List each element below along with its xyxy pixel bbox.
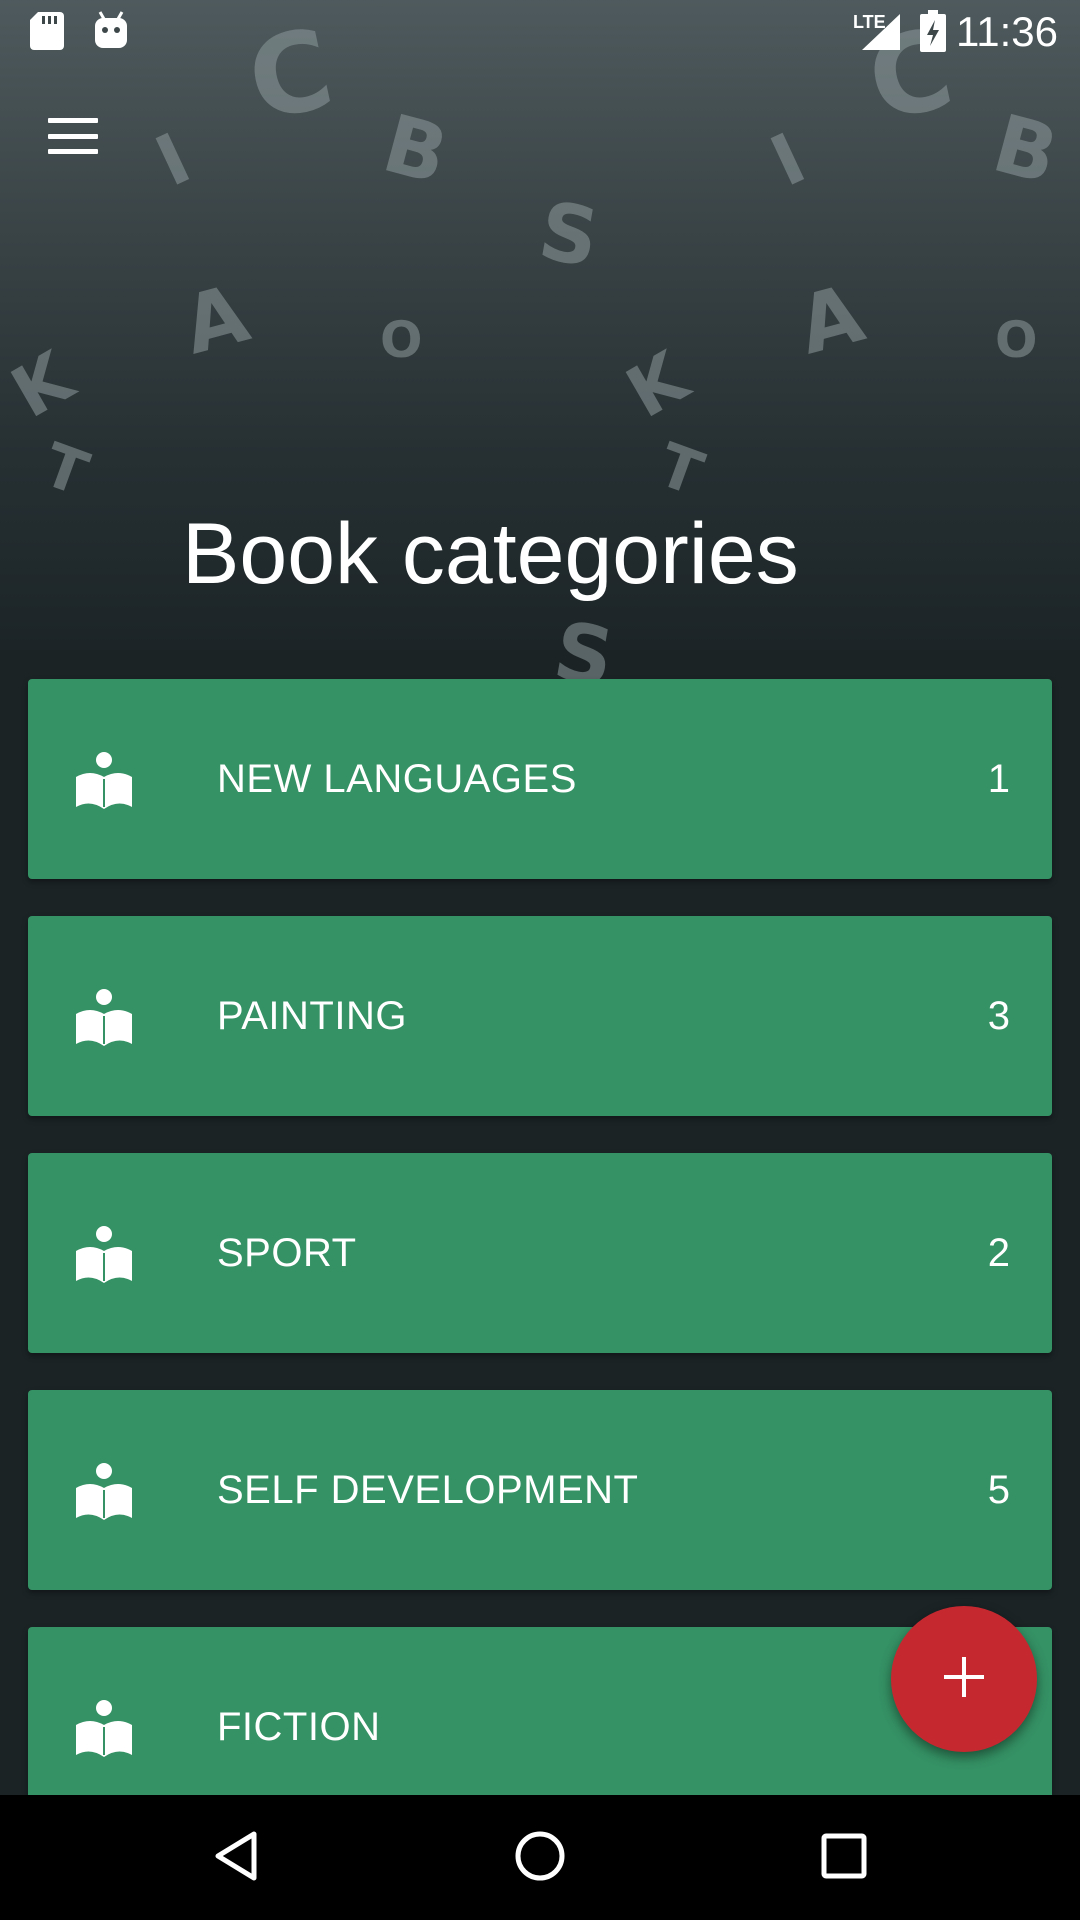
background-letter: O — [995, 311, 1038, 369]
signal-icon — [862, 14, 900, 54]
book-reader-icon — [76, 751, 132, 811]
category-label: PAINTING — [217, 994, 407, 1038]
category-count: 5 — [987, 1468, 1010, 1512]
category-label: SELF DEVELOPMENT — [217, 1468, 639, 1512]
battery-charging-icon — [920, 10, 946, 56]
navigation-bar — [0, 1795, 1080, 1920]
book-reader-icon — [76, 1462, 132, 1522]
android-icon — [92, 10, 130, 54]
home-icon — [514, 1830, 566, 1886]
plus-icon — [944, 1657, 984, 1701]
menu-icon — [48, 118, 98, 154]
category-count: 2 — [987, 1231, 1010, 1275]
screen: C B I S A O K T C B I S A O K T LTE 11:3… — [0, 0, 1080, 1920]
category-label: NEW LANGUAGES — [217, 757, 577, 801]
category-item-sport[interactable]: SPORT 2 — [28, 1153, 1052, 1353]
category-item-self-development[interactable]: SELF DEVELOPMENT 5 — [28, 1390, 1052, 1590]
back-button[interactable] — [176, 1795, 296, 1920]
category-item-new-languages[interactable]: NEW LANGUAGES 1 — [28, 679, 1052, 879]
sd-card-icon — [30, 12, 64, 54]
menu-button[interactable] — [30, 98, 116, 174]
category-label: SPORT — [217, 1231, 357, 1275]
category-count: 1 — [987, 757, 1010, 801]
category-count: 3 — [987, 994, 1010, 1038]
page-title: Book categories — [182, 506, 799, 602]
status-time: 11:36 — [956, 8, 1058, 55]
book-reader-icon — [76, 988, 132, 1048]
book-reader-icon — [76, 1225, 132, 1285]
status-bar: LTE 11:36 — [0, 0, 1080, 63]
category-item-painting[interactable]: PAINTING 3 — [28, 916, 1052, 1116]
book-reader-icon — [76, 1699, 132, 1759]
background-letter: O — [380, 311, 423, 369]
add-category-button[interactable] — [891, 1606, 1037, 1752]
home-button[interactable] — [480, 1795, 600, 1920]
recents-button[interactable] — [784, 1795, 904, 1920]
recents-icon — [821, 1833, 867, 1883]
back-icon — [214, 1831, 258, 1885]
